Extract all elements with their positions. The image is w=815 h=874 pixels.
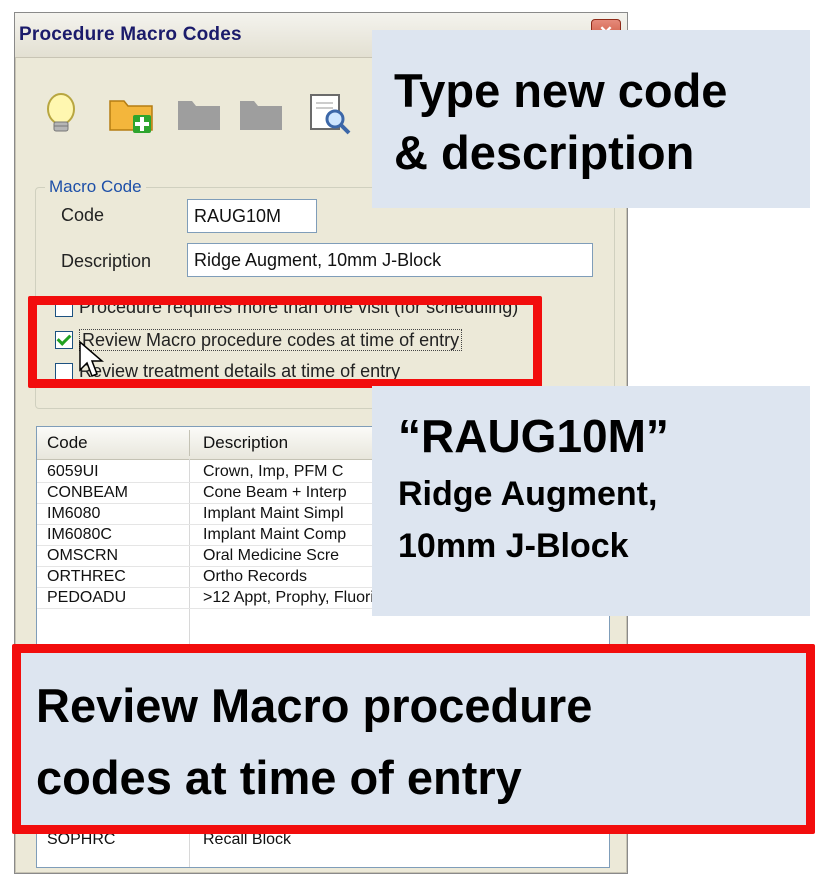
row-code: PEDOADU — [47, 589, 127, 606]
column-divider[interactable] — [189, 430, 190, 456]
callout-code: “RAUG10M” — [398, 410, 669, 462]
checkbox-highlight — [28, 296, 542, 388]
window-title: Procedure Macro Codes — [19, 24, 242, 45]
macro-code-legend: Macro Code — [45, 177, 146, 197]
description-label: Description — [61, 251, 152, 271]
callout-top-line2: & description — [394, 126, 695, 179]
table-row[interactable]: SOPHRC Recall Block — [37, 831, 609, 851]
callout-type-new-code: Type new code & description — [372, 30, 810, 208]
row-code: CONBEAM — [47, 484, 128, 501]
code-field[interactable]: RAUG10M — [187, 199, 317, 233]
callout-code-details: “RAUG10M” Ridge Augment, 10mm J-Block — [372, 386, 810, 616]
find-icon[interactable] — [305, 89, 353, 137]
column-header-description[interactable]: Description — [203, 433, 288, 453]
folder-icon[interactable] — [237, 89, 285, 137]
row-description: Cone Beam + Interp — [203, 484, 347, 501]
row-code: IM6080C — [47, 526, 112, 543]
row-code: IM6080 — [47, 505, 101, 522]
row-code: OMSCRN — [47, 547, 119, 564]
callout-middle-line1: Ridge Augment, — [398, 475, 658, 513]
code-label: Code — [61, 205, 105, 225]
row-description: Implant Maint Comp — [203, 526, 347, 543]
row-description: Ortho Records — [203, 568, 308, 585]
review-macro-highlight — [12, 644, 815, 834]
row-description: Oral Medicine Scre — [203, 547, 340, 564]
description-field[interactable]: Ridge Augment, 10mm J-Block — [187, 243, 593, 277]
row-code: 6059UI — [47, 463, 99, 480]
callout-middle-line2: 10mm J-Block — [398, 527, 629, 565]
row-description: >12 Appt, Prophy, Fluoride — [203, 589, 392, 606]
row-code: ORTHREC — [47, 568, 126, 585]
column-header-code[interactable]: Code — [47, 433, 88, 453]
row-description: Implant Maint Simpl — [203, 505, 344, 522]
folder-icon[interactable] — [175, 89, 223, 137]
lightbulb-icon[interactable] — [37, 89, 85, 137]
callout-top-line1: Type new code — [394, 64, 728, 117]
new-folder-icon[interactable] — [107, 89, 155, 137]
row-description: Crown, Imp, PFM C — [203, 463, 344, 480]
